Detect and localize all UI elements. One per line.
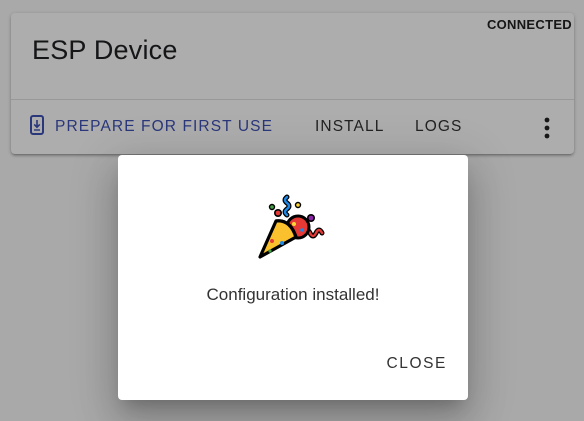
close-button[interactable]: CLOSE: [386, 355, 447, 373]
success-dialog: Configuration installed! CLOSE: [118, 155, 468, 400]
party-popper-icon: [254, 193, 330, 269]
dialog-message: Configuration installed!: [206, 285, 380, 304]
